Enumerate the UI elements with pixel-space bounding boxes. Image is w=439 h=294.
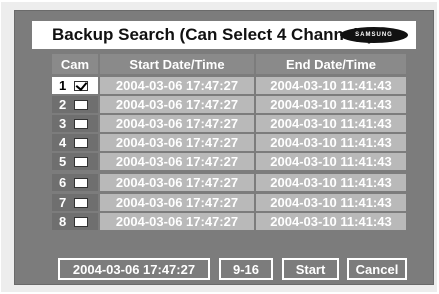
start-datetime-cell[interactable]: 2004-03-06 17:47:27	[100, 115, 254, 132]
camera-select-cell[interactable]: 2	[52, 96, 98, 113]
table-row: 5 2004-03-06 17:47:27 2004-03-10 11:41:4…	[52, 153, 406, 170]
camera-select-cell[interactable]: 7	[52, 194, 98, 211]
table-row: 7 2004-03-06 17:47:27 2004-03-10 11:41:4…	[52, 194, 406, 211]
start-datetime-cell[interactable]: 2004-03-06 17:47:27	[100, 174, 254, 191]
camera-select-cell[interactable]: 4	[52, 134, 98, 151]
camera-number: 1	[59, 78, 67, 93]
start-button[interactable]: Start	[282, 258, 339, 280]
end-datetime-cell[interactable]: 2004-03-10 11:41:43	[256, 174, 406, 191]
end-datetime-cell[interactable]: 2004-03-10 11:41:43	[256, 134, 406, 151]
start-datetime-cell[interactable]: 2004-03-06 17:47:27	[100, 77, 254, 94]
end-datetime-cell[interactable]: 2004-03-10 11:41:43	[256, 153, 406, 170]
camera-select-cell[interactable]: 6	[52, 174, 98, 191]
camera-checkbox[interactable]	[74, 137, 88, 148]
logo-text: SAMSUNG	[355, 32, 393, 38]
end-datetime-cell[interactable]: 2004-03-10 11:41:43	[256, 96, 406, 113]
start-datetime-cell[interactable]: 2004-03-06 17:47:27	[100, 194, 254, 211]
camera-select-cell[interactable]: 1	[52, 77, 98, 94]
camera-number: 6	[59, 175, 67, 190]
column-header-start: Start Date/Time	[100, 54, 254, 74]
camera-checkbox[interactable]	[74, 80, 88, 91]
camera-select-cell[interactable]: 3	[52, 115, 98, 132]
camera-number: 2	[59, 97, 67, 112]
page-title: Backup Search (Can Select 4 Channels)	[52, 25, 374, 44]
channel-page-button[interactable]: 9-16	[219, 258, 273, 280]
column-header-end: End Date/Time	[256, 54, 406, 74]
table-row: 6 2004-03-06 17:47:27 2004-03-10 11:41:4…	[52, 174, 406, 191]
camera-checkbox[interactable]	[74, 197, 88, 208]
start-datetime-cell[interactable]: 2004-03-06 17:47:27	[100, 213, 254, 230]
column-header-cam: Cam	[52, 54, 98, 74]
end-datetime-cell[interactable]: 2004-03-10 11:41:43	[256, 77, 406, 94]
current-datetime-field[interactable]: 2004-03-06 17:47:27	[58, 258, 210, 280]
table-row: 2 2004-03-06 17:47:27 2004-03-10 11:41:4…	[52, 96, 406, 113]
start-datetime-cell[interactable]: 2004-03-06 17:47:27	[100, 96, 254, 113]
camera-checkbox[interactable]	[74, 216, 88, 227]
table-row: 8 2004-03-06 17:47:27 2004-03-10 11:41:4…	[52, 213, 406, 230]
camera-checkbox[interactable]	[74, 118, 88, 129]
table-row: 4 2004-03-06 17:47:27 2004-03-10 11:41:4…	[52, 134, 406, 151]
table-row: 3 2004-03-06 17:47:27 2004-03-10 11:41:4…	[52, 115, 406, 132]
table-row: 1 2004-03-06 17:47:27 2004-03-10 11:41:4…	[52, 77, 406, 94]
camera-select-cell[interactable]: 5	[52, 153, 98, 170]
camera-checkbox[interactable]	[74, 99, 88, 110]
camera-select-cell[interactable]: 8	[52, 213, 98, 230]
end-datetime-cell[interactable]: 2004-03-10 11:41:43	[256, 213, 406, 230]
start-datetime-cell[interactable]: 2004-03-06 17:47:27	[100, 153, 254, 170]
camera-number: 8	[59, 214, 67, 229]
camera-number: 4	[59, 135, 67, 150]
end-datetime-cell[interactable]: 2004-03-10 11:41:43	[256, 115, 406, 132]
title-bar: Backup Search (Can Select 4 Channels) SA…	[32, 21, 416, 49]
end-datetime-cell[interactable]: 2004-03-10 11:41:43	[256, 194, 406, 211]
start-datetime-cell[interactable]: 2004-03-06 17:47:27	[100, 134, 254, 151]
camera-number: 7	[59, 195, 67, 210]
cancel-button[interactable]: Cancel	[347, 258, 407, 280]
camera-number: 5	[59, 154, 67, 169]
samsung-logo-icon: SAMSUNG	[340, 27, 408, 43]
camera-checkbox[interactable]	[74, 177, 88, 188]
camera-number: 3	[59, 116, 67, 131]
camera-checkbox[interactable]	[74, 156, 88, 167]
